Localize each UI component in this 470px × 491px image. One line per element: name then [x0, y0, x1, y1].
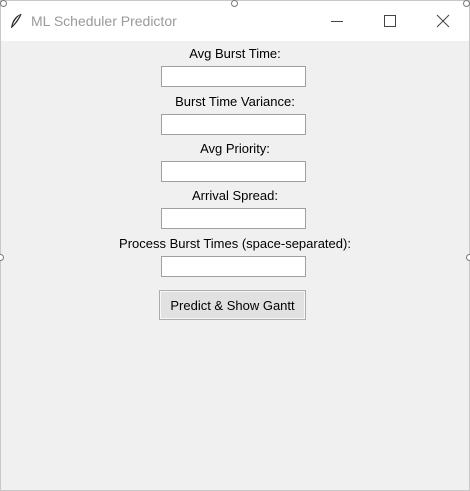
process-burst-times-label: Process Burst Times (space-separated):: [119, 236, 351, 251]
avg-burst-time-label: Avg Burst Time:: [189, 46, 281, 61]
predict-show-gantt-button[interactable]: Predict & Show Gantt: [159, 290, 306, 320]
resize-handle-right[interactable]: [466, 254, 470, 261]
resize-handle-top[interactable]: [231, 0, 238, 7]
burst-time-variance-input[interactable]: [161, 114, 306, 135]
resize-handle-top-right[interactable]: [463, 0, 470, 7]
close-icon[interactable]: [433, 11, 453, 31]
resize-handle-top-left[interactable]: [0, 0, 7, 7]
app-window: ML Scheduler Predictor Avg Burst Time: B…: [0, 0, 470, 491]
arrival-spread-label: Arrival Spread:: [192, 188, 278, 203]
title-bar[interactable]: ML Scheduler Predictor: [1, 1, 469, 41]
avg-burst-time-input[interactable]: [161, 66, 306, 87]
avg-priority-label: Avg Priority:: [200, 141, 270, 156]
window-title: ML Scheduler Predictor: [31, 13, 177, 29]
arrival-spread-input[interactable]: [161, 208, 306, 229]
process-burst-times-input[interactable]: [161, 256, 306, 277]
feather-icon: [9, 13, 23, 31]
burst-time-variance-label: Burst Time Variance:: [175, 94, 295, 109]
avg-priority-input[interactable]: [161, 161, 306, 182]
minimize-icon[interactable]: [327, 11, 347, 31]
maximize-icon[interactable]: [380, 11, 400, 31]
